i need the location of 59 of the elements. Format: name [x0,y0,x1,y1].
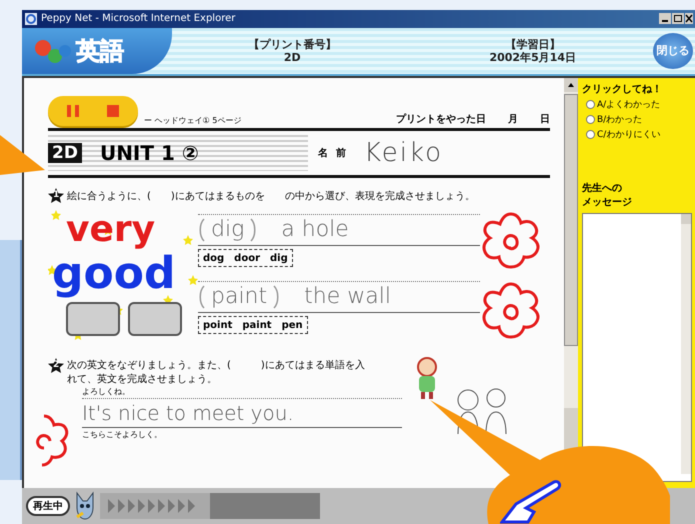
stop-button[interactable] [106,104,120,118]
bracket-icon [198,284,205,309]
scroll-up-button[interactable] [564,78,578,92]
japanese-prompt: こちらこそよろしく。 [82,428,163,440]
scroll-thumb[interactable] [564,94,578,346]
illustration-placeholder [128,302,182,336]
question-instruction: 絵に合うように、( )にあてはまるものを の中から選び、表現を完成させましょう。 [67,190,475,203]
bracket-icon [250,218,258,242]
rating-option[interactable]: C/わかりにくい [582,128,692,141]
maximize-button[interactable] [672,13,684,24]
rating-option[interactable]: B/わかった [582,112,692,126]
minimize-button[interactable] [659,13,671,24]
name-label: 名前 [318,146,354,160]
question-star-icon [48,358,64,374]
browser-icon [25,12,37,25]
traced-answer: paint [211,284,268,310]
word-choices: point paint pen [198,316,308,334]
radio-button[interactable] [586,130,595,139]
word-choices: dog door dig [198,248,293,267]
subject-title: 英語 [76,36,124,67]
mascot-icon [74,491,96,522]
scrollbar[interactable] [564,78,578,408]
pause-button[interactable] [66,104,80,118]
radio-button[interactable] [586,100,595,109]
unit-title: UNIT 1 ② [100,140,199,165]
message-label: 先生への メッセージ [582,182,633,209]
study-date: 2002年5月14日 [489,50,576,64]
date-done-label: プリントをやった日 [396,112,486,126]
japanese-prompt: よろしくね。 [82,386,131,397]
question-number: 1 [53,190,60,200]
close-icon[interactable] [685,13,693,24]
handwritten-comment: very [66,210,156,250]
pointing-hand-icon [500,480,562,524]
radio-button[interactable] [586,114,595,124]
month-label: 月 [508,112,518,126]
handwritten-comment: good [52,250,176,298]
student-name: Keiko [364,138,444,168]
illustration-placeholder [66,302,120,336]
message-field[interactable] [582,212,692,482]
study-date-label: 【学習日】 [505,38,560,51]
progress-arrows-icon [100,493,210,520]
bracket-icon [198,218,205,242]
rating-option[interactable]: A/よくわかった [582,98,692,111]
traced-answer: dig [211,216,244,243]
print-number-label: 【プリント番号】 [248,38,336,51]
print-code: 2D [48,142,82,163]
traced-phrase: a hole [281,216,349,243]
day-label: 日 [540,112,550,126]
bracket-icon [273,284,280,309]
textbook-reference: ー ヘッドウェイ① 5ページ [144,114,242,126]
traced-sentence: It's nice to meet you. [82,400,294,425]
print-number: 2D [284,50,301,64]
traced-phrase: the wall [304,284,391,310]
feedback-prompt: クリックしてね！ [582,82,663,96]
scrollbar[interactable] [681,214,691,474]
window-title: Peppy Net - Microsoft Internet Explorer [41,13,236,24]
question-star-icon [48,188,64,204]
question-instruction: 次の英文をなぞりましょう。また、( )にあてはまる単語を入れて、英文を完成させましょう。 [67,358,366,386]
playing-status: 再生中 [26,496,70,516]
